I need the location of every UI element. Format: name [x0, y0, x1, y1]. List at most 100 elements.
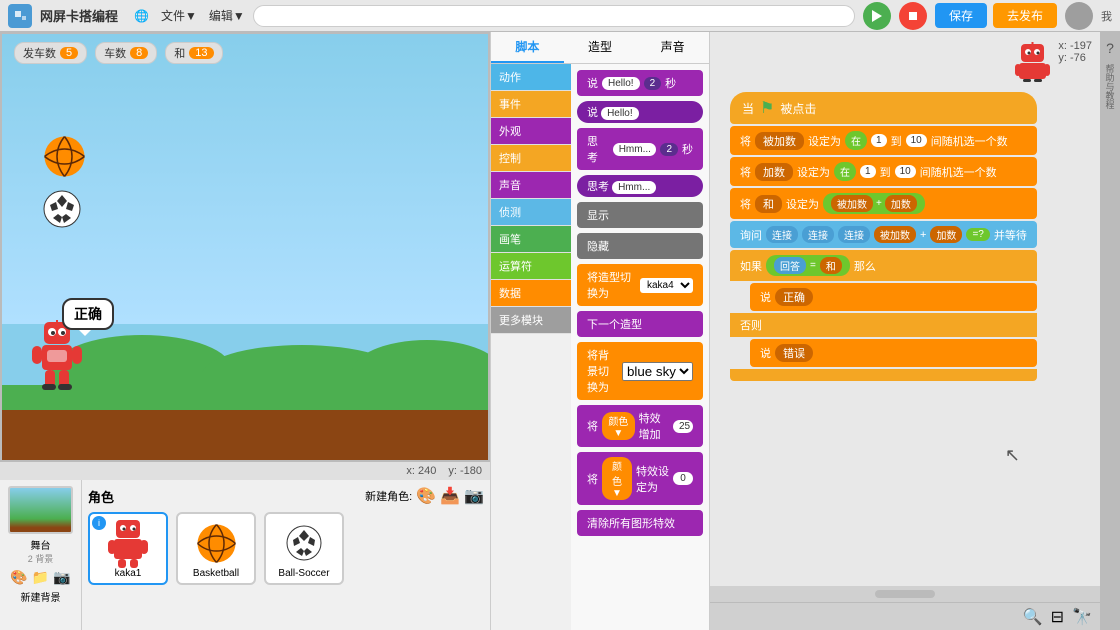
block-think[interactable]: 思考 Hmm... — [577, 175, 703, 197]
block-clear-effects[interactable]: 清除所有图形特效 — [577, 510, 703, 536]
zoom-out-icon[interactable]: 🔭 — [1072, 607, 1092, 627]
search-input[interactable] — [253, 5, 855, 27]
tab-script[interactable]: 脚本 — [491, 32, 564, 63]
code-canvas[interactable]: x: -197 y: -76 — [710, 32, 1100, 586]
block-think-sec[interactable]: 思考 Hmm... 2 秒 — [577, 128, 703, 170]
cb-set-sum[interactable]: 将 和 设定为 被加数 + 加数 — [730, 188, 1037, 219]
new-sprite-label: 新建角色: — [365, 488, 412, 504]
cat-events[interactable]: 事件 — [491, 91, 571, 118]
block-show[interactable]: 显示 — [577, 202, 703, 228]
sprite-name-basketball: Basketball — [193, 568, 239, 579]
cat-pen[interactable]: 画笔 — [491, 226, 571, 253]
sprite-item-soccer[interactable]: Ball-Soccer — [264, 512, 344, 585]
user-label: 我 — [1101, 8, 1112, 24]
scrollbar-thumb[interactable] — [875, 590, 935, 598]
block-next-costume[interactable]: 下一个造型 — [577, 311, 703, 337]
tab-costume[interactable]: 造型 — [564, 32, 637, 63]
cb-say-correct[interactable]: 说 正确 — [750, 283, 1037, 311]
menu-edit[interactable]: 编辑▼ — [209, 7, 245, 24]
cb-var-name1: 被加数 — [755, 132, 804, 150]
block-say-badge: 2 — [644, 77, 662, 90]
cb-join2: 连接 — [802, 226, 834, 243]
sprites-header: 角色 新建角色: 🎨 📥 📷 — [88, 486, 484, 506]
sprite-item-kaka1[interactable]: i — [88, 512, 168, 585]
cb-ask-plus: + — [920, 229, 926, 241]
speech-text: 正确 — [74, 306, 102, 322]
cb-set-var2[interactable]: 将 加数 设定为 在 1 到 10 间随机选一个数 — [730, 157, 1037, 186]
cat-sensing[interactable]: 侦测 — [491, 199, 571, 226]
upload-bg-icon[interactable]: 📁 — [32, 569, 49, 586]
menu-file[interactable]: 文件▼ — [161, 7, 197, 24]
cb-ask[interactable]: 询问 连接 连接 连接 被加数 + 加数 =? 并等待 — [730, 221, 1037, 248]
var-label-2: 和 — [174, 45, 185, 61]
cb-var-name2: 加数 — [755, 163, 793, 181]
cb-set-var1[interactable]: 将 被加数 设定为 在 1 到 10 间随机选一个数 — [730, 126, 1037, 155]
cb-random1[interactable]: 在 — [845, 131, 867, 150]
code-scrollbar[interactable] — [710, 586, 1100, 602]
block-color-set[interactable]: 将 颜色▼ 特效设定为 0 — [577, 452, 703, 505]
cb-if-end — [730, 369, 1037, 381]
code-toolbar: 🔍 ⊟ 🔭 — [710, 602, 1100, 630]
cat-operators[interactable]: 运算符 — [491, 253, 571, 280]
upload-sprite-icon[interactable]: 📥 — [440, 486, 460, 506]
stop-button[interactable] — [899, 2, 927, 30]
cb-rand-from1: 1 — [871, 134, 887, 147]
cat-data[interactable]: 数据 — [491, 280, 571, 307]
block-color-add[interactable]: 将 颜色▼ 特效增加 25 — [577, 405, 703, 447]
cat-motion[interactable]: 动作 — [491, 64, 571, 91]
flag-button[interactable] — [863, 2, 891, 30]
new-bg-controls: 🎨 📁 📷 — [10, 569, 70, 586]
block-hide[interactable]: 隐藏 — [577, 233, 703, 259]
stage[interactable]: 发车数 5 车数 8 和 13 — [0, 32, 490, 462]
save-button[interactable]: 保存 — [935, 3, 987, 28]
sprites-area: 角色 新建角色: 🎨 📥 📷 i — [82, 480, 490, 630]
block-say-arg: Hello! — [602, 77, 640, 90]
cb-wrong-text: 错误 — [775, 344, 813, 362]
costume-select[interactable]: kaka4 — [640, 278, 693, 293]
paint-sprite-icon[interactable]: 🎨 — [416, 486, 436, 506]
robot-icon-top — [1015, 42, 1050, 85]
camera-bg-icon[interactable]: 📷 — [53, 569, 70, 586]
menu-globe[interactable]: 🌐 — [134, 7, 149, 24]
help-panel: ? 帮助与教程 — [1100, 32, 1120, 630]
user-avatar[interactable] — [1065, 2, 1093, 30]
block-say[interactable]: 说 Hello! — [577, 101, 703, 123]
camera-sprite-icon[interactable]: 📷 — [464, 486, 484, 506]
sprite-item-basketball[interactable]: Basketball — [176, 512, 256, 585]
zoom-reset-icon[interactable]: ⊟ — [1051, 607, 1064, 627]
zoom-in-icon[interactable]: 🔍 — [1023, 607, 1043, 627]
cb-when-label: 当 — [742, 100, 754, 117]
bg-count: 2 背景 — [28, 552, 54, 565]
cb-add-var2: 加数 — [885, 195, 917, 212]
block-effect-val-2: 0 — [673, 472, 693, 485]
block-think-arg: Hmm... — [613, 143, 657, 156]
tab-sound[interactable]: 声音 — [636, 32, 709, 63]
blocks-panel: 脚本 造型 声音 动作 事件 外观 控制 声音 侦测 画笔 运算符 数据 更多模… — [490, 32, 710, 630]
block-effect-type-2: 颜色▼ — [602, 457, 632, 500]
block-switch-costume[interactable]: 将造型切换为 kaka4 — [577, 264, 703, 306]
stage-thumbnail-area: 舞台 2 背景 🎨 📁 📷 新建背景 — [0, 480, 82, 630]
paint-icon[interactable]: 🎨 — [10, 569, 27, 586]
sprite-thumb-soccer — [274, 518, 334, 568]
help-text: 帮助与教程 — [1104, 64, 1117, 109]
cb-sum-var: 和 — [820, 257, 842, 274]
cat-more[interactable]: 更多模块 — [491, 307, 571, 334]
cb-hat[interactable]: 当 ⚑ 被点击 — [730, 92, 1037, 124]
bg-select[interactable]: blue sky — [622, 362, 693, 381]
help-question-icon[interactable]: ? — [1106, 40, 1114, 56]
stage-thumb-img[interactable] — [8, 486, 73, 534]
cb-wait-label: 并等待 — [994, 227, 1027, 243]
block-switch-bg[interactable]: 将背景切换为 blue sky — [577, 342, 703, 400]
cat-sound[interactable]: 声音 — [491, 172, 571, 199]
cursor-indicator: ↖ — [1005, 445, 1020, 466]
publish-button[interactable]: 去发布 — [993, 3, 1057, 28]
cat-looks[interactable]: 外观 — [491, 118, 571, 145]
coord-x: x: 240 — [406, 465, 436, 477]
cb-if-header[interactable]: 如果 回答 = 和 那么 — [730, 250, 1037, 281]
block-effect-val-1: 25 — [673, 420, 693, 433]
cb-say-wrong[interactable]: 说 错误 — [750, 339, 1037, 367]
block-say-sec[interactable]: 说 Hello! 2 秒 — [577, 70, 703, 96]
cat-control[interactable]: 控制 — [491, 145, 571, 172]
cb-random2[interactable]: 在 — [834, 162, 856, 181]
cb-rand-label2: 间随机选一个数 — [920, 164, 997, 180]
